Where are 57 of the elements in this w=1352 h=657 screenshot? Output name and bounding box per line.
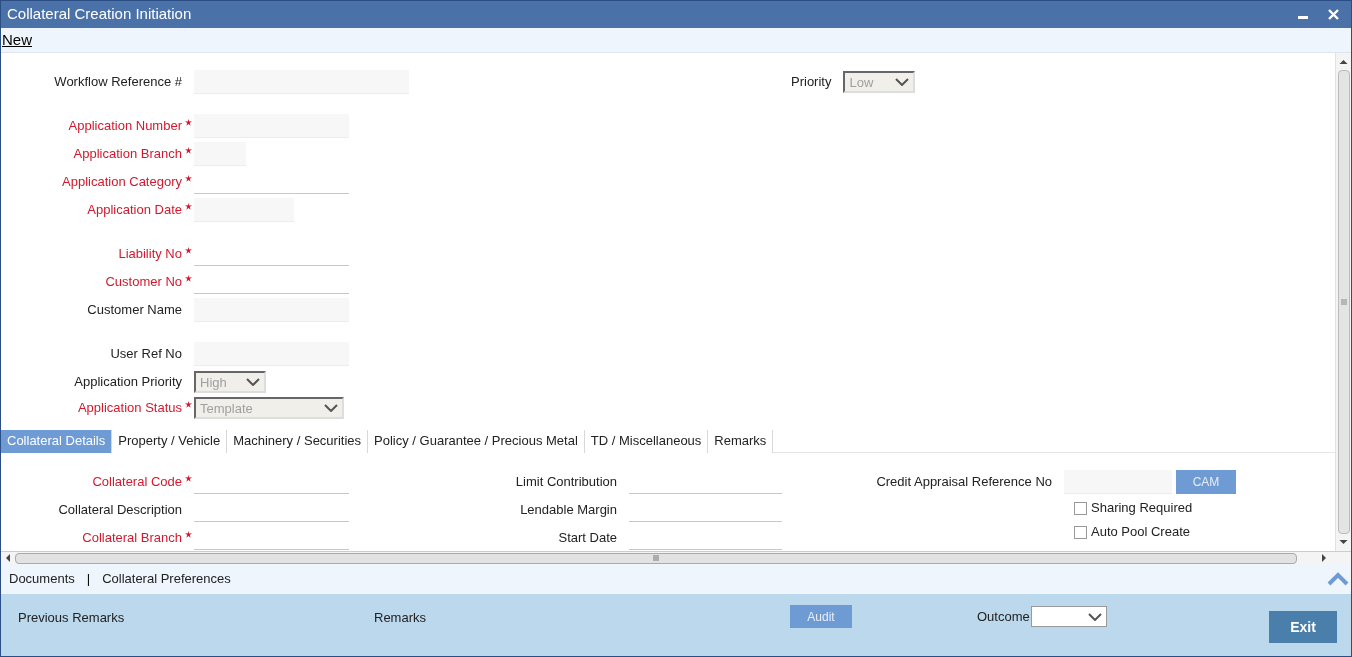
required-icon [184,400,192,408]
required-icon [184,202,192,210]
chevron-down-icon [895,78,910,86]
tab[interactable]: TD / Miscellaneous [584,429,709,453]
field-label: Collateral Code [91,473,182,492]
footer-link[interactable]: Collateral Preferences [102,569,231,589]
field-label: Customer No [104,273,182,292]
field-label: Limit Contribution [514,473,617,492]
window-title: Collateral Creation Initiation [7,4,192,25]
field-label: Liability No [117,245,182,264]
field-label: Workflow Reference # [53,73,182,92]
outcome-dropdown[interactable] [1030,606,1107,627]
field-label: Application Priority [73,373,182,392]
tab[interactable]: Remarks [708,429,774,453]
field-label: Application Date [86,201,182,220]
field-label: Customer Name [86,301,182,320]
field-label: Collateral Branch [81,529,182,548]
field-label: Application Number [67,117,182,136]
required-icon [184,118,192,126]
field-label: User Ref No [109,345,182,364]
field-label: Application Branch [72,145,182,164]
checkbox-label: Auto Pool Create [1091,523,1190,542]
chevron-down-icon [324,404,338,412]
exit-button[interactable]: Exit [1269,611,1337,643]
field-label: Credit Appraisal Reference No [875,473,1052,492]
grip-icon[interactable] [653,555,659,561]
footer-link[interactable]: Documents [9,569,75,589]
checkbox[interactable] [1074,501,1087,515]
grip-icon[interactable] [1340,299,1347,305]
link-separator: | [86,570,91,589]
new-link[interactable]: New [1,28,33,52]
tab[interactable]: Machinery / Securities [227,429,369,453]
previous-remarks-label[interactable]: Previous Remarks [18,608,374,628]
field-label: Lendable Margin [519,501,617,520]
required-icon [184,274,192,282]
remarks-label[interactable]: Remarks [374,608,790,628]
field-label: Collateral Description [57,501,182,520]
tab[interactable]: Property / Vehicle [112,429,228,453]
horizontal-scrollbar[interactable] [1,551,1351,564]
outcome-label: Outcome [977,607,1030,626]
required-icon [184,174,192,182]
tab[interactable]: Policy / Guarantee / Precious Metal [368,429,585,453]
checkbox[interactable] [1074,525,1087,539]
chevron-up-icon[interactable] [1327,572,1349,586]
close-icon[interactable] [1328,9,1339,20]
required-icon [184,530,192,538]
checkbox-label: Sharing Required [1091,499,1193,518]
field-label: Priority [791,73,832,92]
required-icon [184,146,192,154]
field-label: Application Status [76,399,182,418]
vertical-scrollbar[interactable] [1335,53,1351,551]
required-icon [184,246,192,254]
field-label: Application Category [61,173,182,192]
chevron-down-icon [246,378,260,386]
chevron-down-icon [1087,612,1102,621]
required-icon [184,474,192,482]
field-label: Start Date [557,529,617,548]
